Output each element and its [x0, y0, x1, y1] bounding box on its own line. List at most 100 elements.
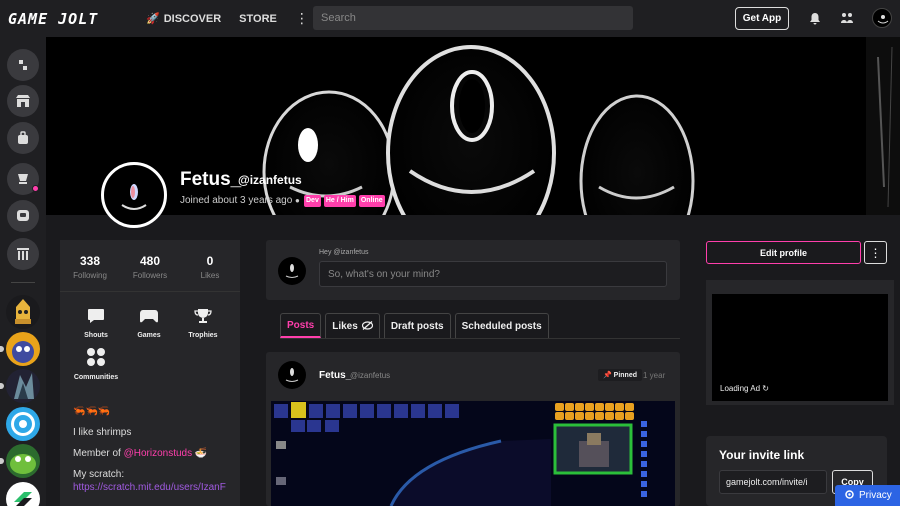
gamepad-icon: [119, 308, 179, 329]
sidebar-divider: [11, 282, 35, 283]
post-composer: Hey @izanfetus: [266, 240, 680, 300]
bio-member-emoji-icon: 🍜: [194, 448, 208, 459]
pinned-post[interactable]: Fetus_ @izanfetus 📌 Pinned 1 year: [266, 352, 680, 506]
privacy-label: Privacy: [859, 490, 892, 501]
edit-profile-button[interactable]: Edit profile: [706, 241, 861, 264]
stat-following[interactable]: 338 Following: [60, 240, 120, 291]
tab-posts-label: Posts: [287, 320, 315, 331]
tab-scheduled-posts[interactable]: Scheduled posts: [454, 313, 549, 338]
shortcut-trophies[interactable]: Trophies: [173, 308, 233, 339]
profile-info-panel: 338 Following 480 Followers 0 Likes Shou…: [60, 240, 240, 506]
chat-icon: [66, 308, 126, 329]
nav-store-label: STORE: [239, 12, 277, 25]
shortcut-shouts[interactable]: Shouts: [66, 308, 126, 339]
profile-bio: 🦐🦐🦐 I like shrimps Member of @Horizonstu…: [73, 406, 226, 503]
communities-icon: [66, 348, 126, 371]
stat-followers[interactable]: 480 Followers: [120, 240, 180, 291]
gear-icon: [844, 489, 855, 503]
composer-hint: Hey @izanfetus: [319, 249, 369, 256]
bell-icon[interactable]: [806, 9, 824, 27]
tabs-divider: [280, 338, 680, 339]
shortcut-games-label: Games: [137, 332, 161, 339]
joined-date: Joined about 3 years ago: [180, 195, 293, 206]
profile-avatar[interactable]: [101, 162, 167, 228]
composer-input[interactable]: [319, 261, 667, 287]
loading-spinner-icon: ↻: [762, 384, 769, 393]
ad-loading-text: Loading Ad ↻: [720, 384, 769, 393]
hidden-eye-icon: [361, 320, 373, 333]
sidebar-community-avatar[interactable]: [6, 407, 40, 441]
profile-more-button[interactable]: ⋮: [864, 241, 887, 264]
logo-text: GAME JOLT: [8, 9, 99, 28]
get-app-button[interactable]: Get App: [735, 7, 789, 30]
post-timestamp: 1 year: [643, 371, 666, 380]
privacy-button[interactable]: Privacy: [835, 485, 900, 506]
post-author-avatar[interactable]: [278, 361, 306, 389]
composer-avatar: [278, 257, 306, 285]
more-menu-icon[interactable]: ⋮: [295, 10, 309, 27]
feed-tabs: Posts Likes Draft posts Scheduled posts: [280, 313, 549, 338]
rocket-icon: 🚀: [146, 13, 160, 25]
left-sidebar: [0, 37, 46, 506]
sidebar-active-indicator: [0, 383, 4, 389]
bio-member-line: Member of @Horizonstuds 🍜: [73, 448, 226, 459]
sidebar-community-avatar[interactable]: [6, 482, 40, 506]
tab-draft-posts[interactable]: Draft posts: [383, 313, 451, 338]
shortcut-communities-label: Communities: [73, 374, 119, 381]
post-author-name[interactable]: Fetus_: [319, 370, 351, 381]
profile-tags: Dev He / Him Online: [304, 195, 385, 207]
nav-discover[interactable]: 🚀 DISCOVER: [146, 12, 222, 26]
game-jolt-logo[interactable]: GAME JOLT: [8, 10, 120, 28]
shortcut-games[interactable]: Games: [119, 308, 179, 339]
sidebar-community-avatar[interactable]: [6, 295, 40, 329]
bio-scratch-link[interactable]: https://scratch.mit.edu/users/IzanF: [73, 482, 226, 493]
stat-followers-label: Followers: [132, 271, 168, 280]
tab-likes[interactable]: Likes: [325, 313, 380, 338]
sidebar-community-avatar[interactable]: [6, 369, 40, 403]
sidebar-discover-icon[interactable]: [7, 49, 39, 81]
profile-name: Fetus_: [180, 169, 242, 190]
ad-loading-label: Loading Ad: [720, 384, 761, 393]
sidebar-active-indicator: [0, 458, 4, 464]
user-avatar[interactable]: [872, 8, 892, 28]
sidebar-community-avatar[interactable]: [6, 332, 40, 366]
sidebar-active-indicator: [0, 346, 4, 352]
shortcut-shouts-label: Shouts: [84, 332, 108, 339]
bio-scratch-label: My scratch:: [73, 469, 125, 480]
tag-dev: Dev: [304, 195, 321, 207]
tab-likes-label: Likes: [332, 321, 358, 332]
shortcut-communities[interactable]: Communities: [66, 348, 126, 381]
sidebar-library-icon[interactable]: [7, 238, 39, 270]
invite-link-field[interactable]: [719, 470, 827, 494]
stat-likes[interactable]: 0 Likes: [180, 240, 240, 291]
stat-following-label: Following: [73, 271, 107, 280]
nav-store[interactable]: STORE: [239, 13, 277, 25]
bio-line: I like shrimps: [73, 427, 132, 438]
invite-title: Your invite link: [719, 448, 805, 462]
shortcut-trophies-label: Trophies: [188, 332, 218, 339]
bio-member-link[interactable]: @Horizonstuds: [124, 448, 193, 459]
nav-discover-label: DISCOVER: [163, 12, 222, 25]
profile-banner: [46, 37, 900, 215]
search-input[interactable]: [313, 6, 633, 30]
ad-slot[interactable]: Loading Ad ↻: [712, 294, 888, 401]
activity-icon[interactable]: [838, 9, 856, 27]
notification-dot: [32, 185, 39, 192]
feed-column: Hey @izanfetus Posts Likes Draft posts S…: [266, 240, 680, 506]
profile-stats: 338 Following 480 Followers 0 Likes: [60, 240, 240, 292]
trophy-icon: [173, 308, 233, 329]
stat-likes-count: 0: [206, 254, 214, 268]
bio-member-prefix: Member of: [73, 448, 124, 459]
separator-dot: ●: [295, 196, 300, 205]
tag-online: Online: [358, 195, 385, 207]
sidebar-community-avatar[interactable]: [6, 444, 40, 478]
sidebar-store-icon[interactable]: [7, 85, 39, 117]
tab-posts[interactable]: Posts: [280, 313, 322, 338]
sidebar-inventory-icon[interactable]: [7, 122, 39, 154]
stat-following-count: 338: [79, 254, 101, 268]
sidebar-chat-icon[interactable]: [7, 200, 39, 232]
right-sidebar: Edit profile ⋮ Loading Ad ↻ Your invite …: [706, 240, 894, 506]
post-image[interactable]: [271, 401, 675, 506]
pinned-label: Pinned: [613, 372, 638, 379]
tab-scheduled-label: Scheduled posts: [461, 321, 542, 332]
